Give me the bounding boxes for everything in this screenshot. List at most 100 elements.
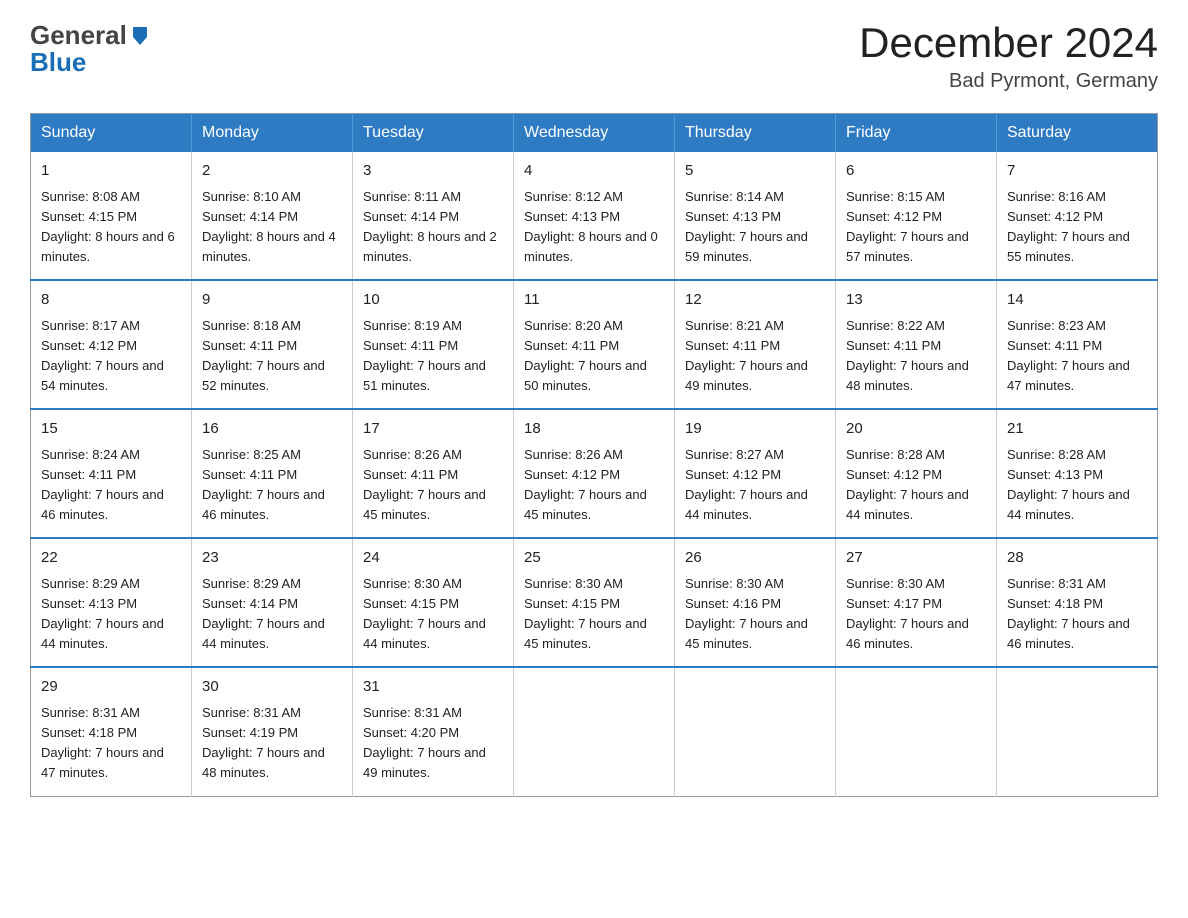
calendar-cell: 9 Sunrise: 8:18 AMSunset: 4:11 PMDaylight…: [192, 280, 353, 409]
calendar-cell: 10 Sunrise: 8:19 AMSunset: 4:11 PMDayligh…: [353, 280, 514, 409]
day-info: Sunrise: 8:27 AMSunset: 4:12 PMDaylight:…: [685, 445, 825, 526]
day-info: Sunrise: 8:30 AMSunset: 4:15 PMDaylight:…: [524, 574, 664, 655]
col-thursday: Thursday: [675, 114, 836, 153]
day-info: Sunrise: 8:31 AMSunset: 4:19 PMDaylight:…: [202, 703, 342, 784]
day-number: 21: [1007, 418, 1147, 441]
day-number: 26: [685, 547, 825, 570]
day-number: 30: [202, 676, 342, 699]
day-number: 5: [685, 160, 825, 183]
day-number: 4: [524, 160, 664, 183]
day-info: Sunrise: 8:08 AMSunset: 4:15 PMDaylight:…: [41, 187, 181, 268]
month-year-title: December 2024: [859, 20, 1158, 66]
day-info: Sunrise: 8:25 AMSunset: 4:11 PMDaylight:…: [202, 445, 342, 526]
day-number: 14: [1007, 289, 1147, 312]
calendar-cell: 13 Sunrise: 8:22 AMSunset: 4:11 PMDayligh…: [836, 280, 997, 409]
day-number: 18: [524, 418, 664, 441]
day-info: Sunrise: 8:22 AMSunset: 4:11 PMDaylight:…: [846, 316, 986, 397]
day-number: 11: [524, 289, 664, 312]
col-monday: Monday: [192, 114, 353, 153]
day-number: 9: [202, 289, 342, 312]
calendar-cell: [675, 667, 836, 796]
calendar-cell: 23Sunrise: 8:29 AMSunset: 4:14 PMDayligh…: [192, 538, 353, 667]
calendar-cell: 4 Sunrise: 8:12 AMSunset: 4:13 PMDaylight…: [514, 152, 675, 280]
calendar-week-row-5: 29 Sunrise: 8:31 AMSunset: 4:18 PMDayligh…: [31, 667, 1158, 796]
day-info: Sunrise: 8:29 AMSunset: 4:14 PMDaylight:…: [202, 574, 342, 655]
calendar-cell: [997, 667, 1158, 796]
day-info: Sunrise: 8:19 AMSunset: 4:11 PMDaylight:…: [363, 316, 503, 397]
calendar-table: Sunday Monday Tuesday Wednesday Thursday…: [30, 113, 1158, 796]
day-number: 16: [202, 418, 342, 441]
day-info: Sunrise: 8:21 AMSunset: 4:11 PMDaylight:…: [685, 316, 825, 397]
calendar-cell: 12 Sunrise: 8:21 AMSunset: 4:11 PMDayligh…: [675, 280, 836, 409]
calendar-week-row-1: 1 Sunrise: 8:08 AMSunset: 4:15 PMDaylight…: [31, 152, 1158, 280]
day-number: 10: [363, 289, 503, 312]
day-info: Sunrise: 8:28 AMSunset: 4:12 PMDaylight:…: [846, 445, 986, 526]
day-number: 27: [846, 547, 986, 570]
calendar-cell: 28 Sunrise: 8:31 AMSunset: 4:18 PMDayligh…: [997, 538, 1158, 667]
calendar-week-row-4: 22Sunrise: 8:29 AMSunset: 4:13 PMDayligh…: [31, 538, 1158, 667]
calendar-cell: [514, 667, 675, 796]
day-info: Sunrise: 8:30 AMSunset: 4:17 PMDaylight:…: [846, 574, 986, 655]
col-sunday: Sunday: [31, 114, 192, 153]
day-info: Sunrise: 8:31 AMSunset: 4:18 PMDaylight:…: [1007, 574, 1147, 655]
day-number: 6: [846, 160, 986, 183]
calendar-cell: 14Sunrise: 8:23 AMSunset: 4:11 PMDayligh…: [997, 280, 1158, 409]
day-info: Sunrise: 8:31 AMSunset: 4:20 PMDaylight:…: [363, 703, 503, 784]
day-info: Sunrise: 8:20 AMSunset: 4:11 PMDaylight:…: [524, 316, 664, 397]
col-saturday: Saturday: [997, 114, 1158, 153]
day-number: 24: [363, 547, 503, 570]
calendar-cell: 6 Sunrise: 8:15 AMSunset: 4:12 PMDaylight…: [836, 152, 997, 280]
day-number: 29: [41, 676, 181, 699]
calendar-cell: 29 Sunrise: 8:31 AMSunset: 4:18 PMDayligh…: [31, 667, 192, 796]
location-subtitle: Bad Pyrmont, Germany: [859, 70, 1158, 93]
day-info: Sunrise: 8:16 AMSunset: 4:12 PMDaylight:…: [1007, 187, 1147, 268]
calendar-cell: 26 Sunrise: 8:30 AMSunset: 4:16 PMDayligh…: [675, 538, 836, 667]
day-number: 8: [41, 289, 181, 312]
day-info: Sunrise: 8:18 AMSunset: 4:11 PMDaylight:…: [202, 316, 342, 397]
day-info: Sunrise: 8:26 AMSunset: 4:11 PMDaylight:…: [363, 445, 503, 526]
calendar-cell: 8 Sunrise: 8:17 AMSunset: 4:12 PMDaylight…: [31, 280, 192, 409]
day-info: Sunrise: 8:30 AMSunset: 4:15 PMDaylight:…: [363, 574, 503, 655]
calendar-week-row-2: 8 Sunrise: 8:17 AMSunset: 4:12 PMDaylight…: [31, 280, 1158, 409]
day-info: Sunrise: 8:12 AMSunset: 4:13 PMDaylight:…: [524, 187, 664, 268]
day-info: Sunrise: 8:15 AMSunset: 4:12 PMDaylight:…: [846, 187, 986, 268]
calendar-cell: 16 Sunrise: 8:25 AMSunset: 4:11 PMDayligh…: [192, 409, 353, 538]
calendar-cell: 22Sunrise: 8:29 AMSunset: 4:13 PMDayligh…: [31, 538, 192, 667]
day-number: 22: [41, 547, 181, 570]
calendar-cell: 15Sunrise: 8:24 AMSunset: 4:11 PMDayligh…: [31, 409, 192, 538]
day-info: Sunrise: 8:28 AMSunset: 4:13 PMDaylight:…: [1007, 445, 1147, 526]
calendar-cell: 27 Sunrise: 8:30 AMSunset: 4:17 PMDayligh…: [836, 538, 997, 667]
day-info: Sunrise: 8:31 AMSunset: 4:18 PMDaylight:…: [41, 703, 181, 784]
day-number: 12: [685, 289, 825, 312]
calendar-cell: 3 Sunrise: 8:11 AMSunset: 4:14 PMDaylight…: [353, 152, 514, 280]
calendar-cell: 1 Sunrise: 8:08 AMSunset: 4:15 PMDaylight…: [31, 152, 192, 280]
title-section: December 2024 Bad Pyrmont, Germany: [859, 20, 1158, 93]
calendar-cell: 31 Sunrise: 8:31 AMSunset: 4:20 PMDayligh…: [353, 667, 514, 796]
day-info: Sunrise: 8:11 AMSunset: 4:14 PMDaylight:…: [363, 187, 503, 268]
day-info: Sunrise: 8:14 AMSunset: 4:13 PMDaylight:…: [685, 187, 825, 268]
day-info: Sunrise: 8:30 AMSunset: 4:16 PMDaylight:…: [685, 574, 825, 655]
day-number: 25: [524, 547, 664, 570]
day-info: Sunrise: 8:17 AMSunset: 4:12 PMDaylight:…: [41, 316, 181, 397]
calendar-cell: 21 Sunrise: 8:28 AMSunset: 4:13 PMDayligh…: [997, 409, 1158, 538]
logo: General Blue: [30, 20, 151, 78]
calendar-cell: 18 Sunrise: 8:26 AMSunset: 4:12 PMDayligh…: [514, 409, 675, 538]
calendar-cell: 7Sunrise: 8:16 AMSunset: 4:12 PMDaylight…: [997, 152, 1158, 280]
calendar-cell: 2Sunrise: 8:10 AMSunset: 4:14 PMDaylight…: [192, 152, 353, 280]
logo-blue-text: Blue: [30, 47, 86, 78]
day-number: 20: [846, 418, 986, 441]
day-number: 31: [363, 676, 503, 699]
calendar-week-row-3: 15Sunrise: 8:24 AMSunset: 4:11 PMDayligh…: [31, 409, 1158, 538]
calendar-cell: 24 Sunrise: 8:30 AMSunset: 4:15 PMDayligh…: [353, 538, 514, 667]
day-number: 1: [41, 160, 181, 183]
calendar-cell: 20 Sunrise: 8:28 AMSunset: 4:12 PMDayligh…: [836, 409, 997, 538]
day-number: 19: [685, 418, 825, 441]
col-friday: Friday: [836, 114, 997, 153]
calendar-cell: 19 Sunrise: 8:27 AMSunset: 4:12 PMDayligh…: [675, 409, 836, 538]
day-info: Sunrise: 8:26 AMSunset: 4:12 PMDaylight:…: [524, 445, 664, 526]
day-number: 28: [1007, 547, 1147, 570]
day-info: Sunrise: 8:24 AMSunset: 4:11 PMDaylight:…: [41, 445, 181, 526]
day-number: 3: [363, 160, 503, 183]
calendar-header-row: Sunday Monday Tuesday Wednesday Thursday…: [31, 114, 1158, 153]
day-number: 13: [846, 289, 986, 312]
